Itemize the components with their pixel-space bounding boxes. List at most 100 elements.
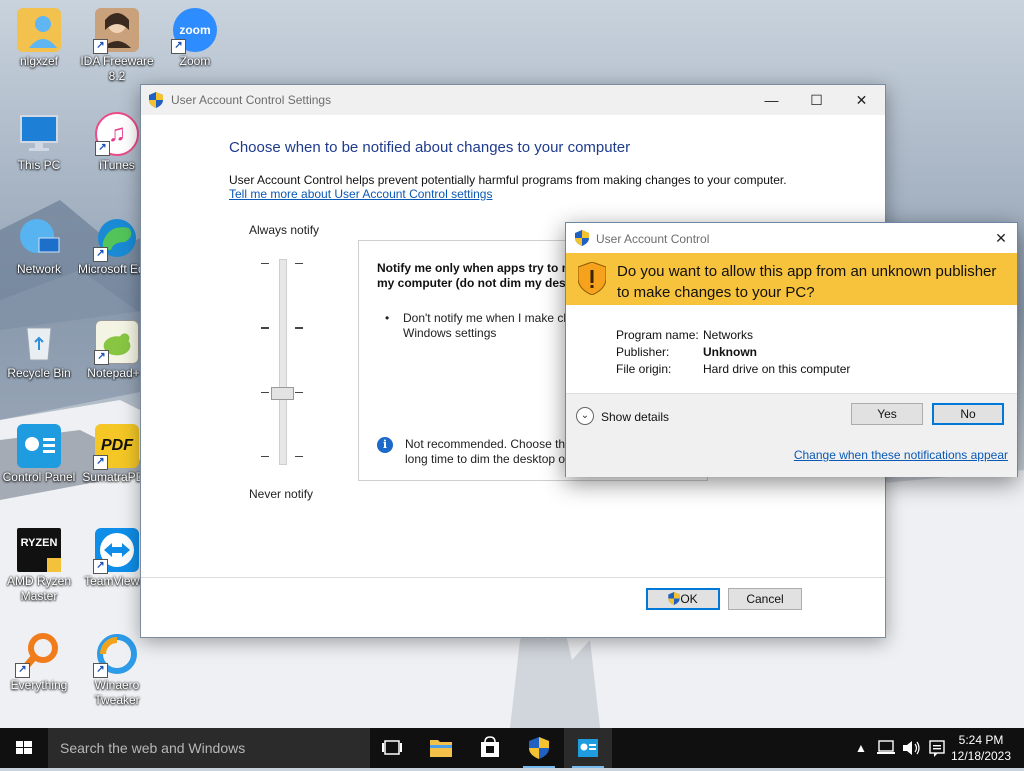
minimize-button[interactable]: — <box>749 85 794 115</box>
task-view-icon <box>382 740 402 755</box>
file-explorer-taskbar-button[interactable] <box>417 728 465 768</box>
uac-shield-icon <box>149 92 163 108</box>
uac-prompt-titlebar[interactable]: User Account Control ✕ <box>566 223 1017 253</box>
description-text: User Account Control helps prevent poten… <box>229 173 787 187</box>
volume-tray-icon[interactable] <box>900 728 922 768</box>
desktop-icon-control-panel[interactable]: Control Panel <box>0 424 78 485</box>
start-button[interactable] <box>0 728 48 768</box>
desktop-icon-winaero-tweaker[interactable]: ↗ Winaero Tweaker <box>78 632 156 708</box>
desktop-icon-amd-ryzen-master[interactable]: RYZEN AMD Ryzen Master <box>0 528 78 604</box>
change-notifications-link[interactable]: Change when these notifications appear <box>794 448 1008 462</box>
winaero-icon: ↗ <box>93 632 139 678</box>
always-notify-label: Always notify <box>249 223 320 237</box>
shortcut-arrow-icon: ↗ <box>171 39 186 54</box>
desktop-icon-everything[interactable]: ↗ Everything <box>0 632 78 693</box>
shortcut-arrow-icon: ↗ <box>93 663 108 678</box>
warning-shield-icon <box>578 262 606 295</box>
footer-divider <box>141 577 885 578</box>
program-name-row: Program name: Networks <box>616 328 754 342</box>
chevron-down-icon[interactable]: ⌄ <box>576 407 594 425</box>
ida-portrait-icon: ↗ <box>93 8 139 54</box>
store-taskbar-button[interactable] <box>466 728 514 768</box>
shortcut-arrow-icon: ↗ <box>95 141 110 156</box>
clock[interactable]: 5:24 PM 12/18/2023 <box>946 732 1016 764</box>
close-button[interactable]: ✕ <box>839 85 884 115</box>
bullet-dot-icon: • <box>385 311 390 325</box>
zoom-icon: zoom ↗ <box>171 8 217 54</box>
uac-shield-overlay-icon <box>47 558 61 572</box>
search-box[interactable]: Search the web and Windows <box>48 728 370 768</box>
slider-tick <box>261 327 269 329</box>
recycle-bin-icon <box>17 320 61 364</box>
warning-banner: Do you want to allow this app from an un… <box>566 253 1017 305</box>
action-center-tray-icon[interactable] <box>926 728 948 768</box>
uac-shield-icon <box>529 737 549 759</box>
shortcut-arrow-icon: ↗ <box>93 559 108 574</box>
uac-question: Do you want to allow this app from an un… <box>617 263 997 301</box>
magnifier-icon: ↗ <box>15 632 61 678</box>
clock-date: 12/18/2023 <box>950 749 1012 763</box>
shortcut-arrow-icon: ↗ <box>93 39 108 54</box>
show-hidden-icons-button[interactable]: ▲ <box>853 728 869 768</box>
desktop-icon-network[interactable]: Network <box>0 216 78 277</box>
window-title: User Account Control Settings <box>171 93 332 107</box>
desktop-icon-nlgxzef[interactable]: nlgxzef <box>0 8 78 69</box>
windows-logo-icon <box>16 741 32 754</box>
clock-time: 5:24 PM <box>958 733 1004 747</box>
control-panel-taskbar-button[interactable] <box>564 728 612 768</box>
sumatrapdf-icon: PDF ↗ <box>93 424 139 470</box>
desktop-icon-this-pc[interactable]: This PC <box>0 112 78 173</box>
folder-icon <box>430 740 452 757</box>
uac-prompt-title: User Account Control <box>596 232 710 246</box>
notepadpp-icon: ↗ <box>94 320 139 365</box>
desktop-icon-ida-freeware[interactable]: ↗ IDA Freeware 8.2 <box>78 8 156 84</box>
uac-taskbar-button[interactable] <box>515 728 563 768</box>
show-details-toggle[interactable]: Show details <box>601 410 669 424</box>
slider-tick <box>295 327 303 329</box>
shortcut-arrow-icon: ↗ <box>94 350 109 365</box>
desktop-icon-zoom[interactable]: zoom ↗ Zoom <box>156 8 234 69</box>
slider-tick <box>261 392 269 393</box>
notification-slider-track[interactable] <box>279 259 287 465</box>
uac-prompt-footer: ⌄ Show details Yes No Change when these … <box>566 393 1017 477</box>
speaker-icon <box>903 741 920 755</box>
ok-button[interactable]: OK <box>646 588 720 610</box>
slider-tick <box>295 392 303 393</box>
slider-tick <box>295 456 303 457</box>
uac-settings-titlebar[interactable]: User Account Control Settings — ☐ ✕ <box>141 85 885 115</box>
desktop-icon-recycle-bin[interactable]: Recycle Bin <box>0 320 78 381</box>
no-button[interactable]: No <box>932 403 1004 425</box>
never-notify-label: Never notify <box>249 487 314 501</box>
notification-icon <box>929 740 945 757</box>
control-panel-icon <box>17 424 61 468</box>
ryzen-icon: RYZEN <box>17 528 61 572</box>
shortcut-arrow-icon: ↗ <box>93 455 108 470</box>
slider-tick <box>261 263 269 264</box>
network-globe-icon <box>17 216 61 260</box>
file-origin-row: File origin: Hard drive on this computer <box>616 362 851 376</box>
user-folder-icon <box>17 8 61 52</box>
slider-tick <box>295 263 303 264</box>
taskbar: Search the web and Windows ▲ 5:24 PM 12/… <box>0 728 1024 768</box>
page-heading: Choose when to be notified about changes… <box>229 139 631 156</box>
publisher-row: Publisher: Unknown <box>616 345 757 359</box>
network-tray-icon[interactable] <box>874 728 898 768</box>
info-icon: i <box>377 437 393 453</box>
itunes-icon: ♫ ↗ <box>95 112 139 156</box>
uac-shield-icon <box>668 592 681 605</box>
store-icon <box>481 736 499 757</box>
computer-icon <box>17 112 61 156</box>
cancel-button[interactable]: Cancel <box>728 588 802 610</box>
control-panel-icon <box>578 739 598 757</box>
close-button[interactable]: ✕ <box>985 223 1017 253</box>
uac-shield-icon <box>575 230 589 246</box>
task-view-button[interactable] <box>368 728 416 768</box>
network-icon <box>877 740 895 754</box>
uac-prompt-dialog: User Account Control ✕ Do you want to al… <box>565 222 1018 477</box>
shortcut-arrow-icon: ↗ <box>93 247 108 262</box>
yes-button[interactable]: Yes <box>851 403 923 425</box>
slider-tick <box>261 456 269 457</box>
learn-more-link[interactable]: Tell me more about User Account Control … <box>229 187 492 201</box>
maximize-button[interactable]: ☐ <box>794 85 839 115</box>
notification-slider-thumb[interactable] <box>271 387 294 400</box>
